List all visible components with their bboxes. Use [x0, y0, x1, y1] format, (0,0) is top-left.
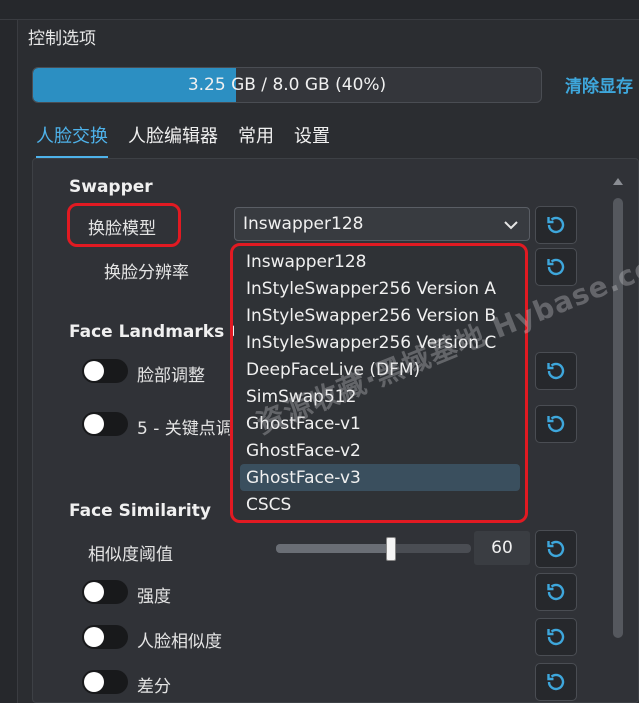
toggle-knob	[84, 582, 104, 602]
face-adjust-label: 脸部调整	[137, 366, 205, 386]
left-edge-panel	[0, 20, 18, 703]
tab-settings[interactable]: 设置	[294, 122, 330, 158]
reset-icon	[547, 415, 565, 433]
keypoints-label: 5 - 关键点调	[137, 419, 233, 439]
toggle-knob	[84, 414, 104, 434]
slider-fill	[276, 544, 393, 553]
scroll-up-arrow-icon[interactable]	[613, 178, 623, 185]
reset-icon	[547, 628, 565, 646]
reset-face-adjust-button[interactable]	[535, 352, 577, 390]
section-title-swapper: Swapper	[69, 177, 153, 197]
dropdown-option[interactable]: GhostFace-v2	[240, 437, 520, 464]
chevron-down-icon	[504, 221, 518, 230]
swapper-model-dropdown: Inswapper128 InStyleSwapper256 Version A…	[234, 245, 526, 521]
reset-swapper-model-button[interactable]	[535, 206, 577, 244]
reset-icon	[547, 673, 565, 691]
strength-label: 强度	[137, 587, 171, 607]
toggle-knob	[84, 361, 104, 381]
similarity-threshold-value[interactable]: 60	[474, 531, 530, 565]
tab-face-swap[interactable]: 人脸交换	[36, 122, 108, 158]
swapper-model-select[interactable]: Inswapper128	[234, 207, 530, 241]
reset-strength-button[interactable]	[535, 573, 577, 611]
reset-icon	[547, 583, 565, 601]
slider-handle[interactable]	[386, 537, 396, 561]
panel-title: 控制选项	[28, 29, 96, 49]
swapper-model-value: Inswapper128	[243, 214, 364, 234]
dropdown-option[interactable]: DeepFaceLive (DFM)	[240, 356, 520, 383]
face-similarity-label: 人脸相似度	[137, 632, 222, 652]
dropdown-option[interactable]: InStyleSwapper256 Version C	[240, 329, 520, 356]
face-similarity-toggle[interactable]	[82, 625, 128, 649]
diff-label: 差分	[137, 677, 171, 697]
dropdown-option[interactable]: GhostFace-v1	[240, 410, 520, 437]
reset-icon	[547, 216, 565, 234]
content-scrollbar[interactable]	[612, 178, 624, 703]
similarity-threshold-label: 相似度阈值	[88, 545, 173, 565]
reset-similarity-threshold-button[interactable]	[535, 530, 577, 568]
dropdown-option[interactable]: CSCS	[240, 491, 520, 518]
vram-usage-text: 3.25 GB / 8.0 GB (40%)	[187, 75, 387, 95]
scroll-thumb[interactable]	[613, 198, 623, 638]
section-title-similarity: Face Similarity	[69, 501, 211, 521]
dropdown-option[interactable]: InStyleSwapper256 Version A	[240, 275, 520, 302]
toggle-knob	[84, 627, 104, 647]
clear-vram-button[interactable]: 清除显存	[565, 72, 633, 97]
tab-bar: 人脸交换 人脸编辑器 常用 设置	[36, 122, 350, 158]
keypoints-toggle[interactable]	[82, 412, 128, 436]
toggle-knob	[84, 672, 104, 692]
reset-diff-button[interactable]	[535, 663, 577, 701]
tab-face-editor[interactable]: 人脸编辑器	[128, 122, 218, 158]
similarity-threshold-slider[interactable]	[276, 544, 471, 553]
reset-keypoints-button[interactable]	[535, 405, 577, 443]
swapper-resolution-label: 换脸分辨率	[104, 263, 189, 283]
reset-icon	[547, 540, 565, 558]
strength-toggle[interactable]	[82, 580, 128, 604]
diff-toggle[interactable]	[82, 670, 128, 694]
dropdown-option[interactable]: Inswapper128	[240, 248, 520, 275]
dropdown-option[interactable]: SimSwap512	[240, 383, 520, 410]
dropdown-option[interactable]: InStyleSwapper256 Version B	[240, 302, 520, 329]
dropdown-option[interactable]: GhostFace-v3	[240, 464, 520, 491]
swapper-model-label: 换脸模型	[88, 219, 156, 239]
section-title-landmarks: Face Landmarks C	[69, 322, 243, 342]
reset-icon	[547, 362, 565, 380]
face-adjust-toggle[interactable]	[82, 359, 128, 383]
tab-common[interactable]: 常用	[238, 122, 274, 158]
vram-usage-bar: 3.25 GB / 8.0 GB (40%)	[32, 67, 542, 103]
reset-icon	[547, 258, 565, 276]
window-top-bar	[0, 0, 639, 20]
reset-face-similarity-button[interactable]	[535, 618, 577, 656]
reset-swapper-resolution-button[interactable]	[535, 248, 577, 286]
